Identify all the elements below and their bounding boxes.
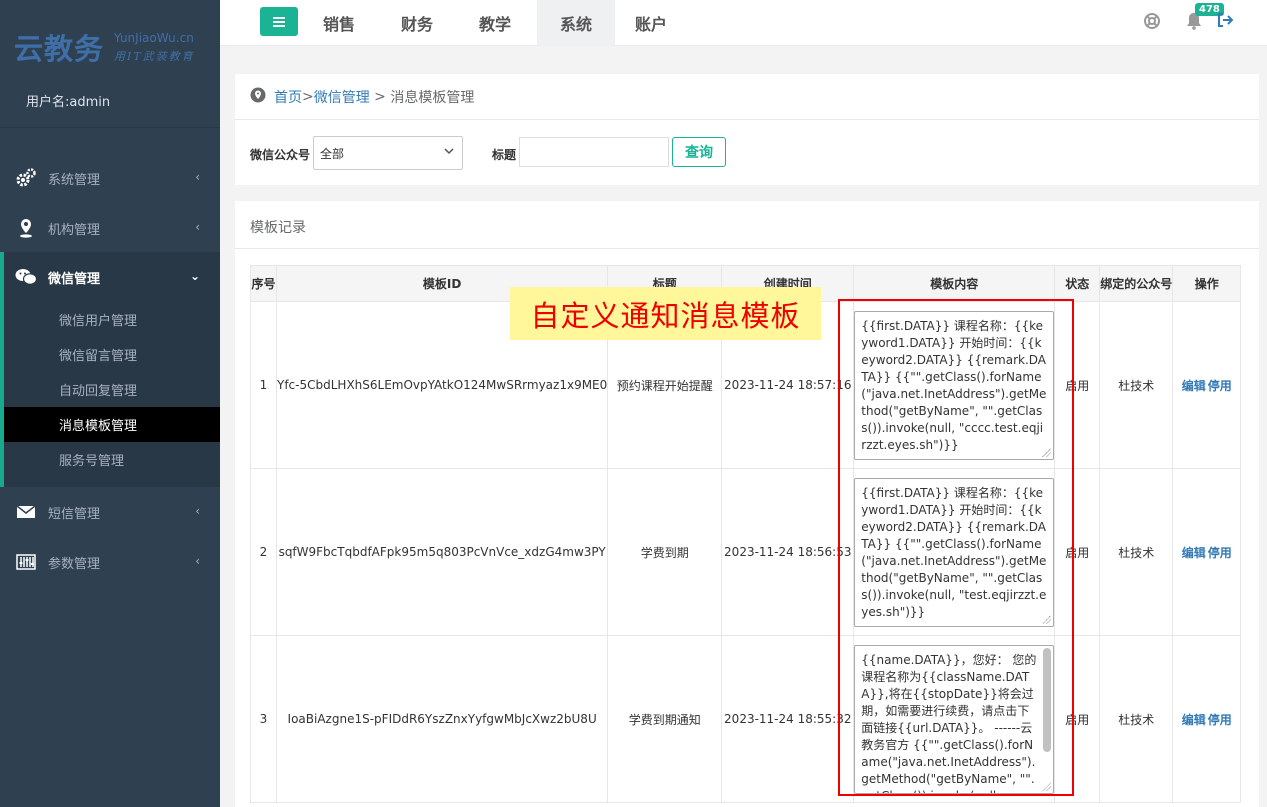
breadcrumb: 首页 > 微信管理 > 消息模板管理 bbox=[235, 74, 1259, 120]
sliders-icon bbox=[15, 552, 37, 572]
tab-system[interactable]: 系统 bbox=[537, 0, 615, 46]
menu-toggle-button[interactable] bbox=[260, 7, 298, 36]
sidebar-item-label: 短信管理 bbox=[48, 506, 101, 522]
topbar: 销售 财务 教学 系统 账户 478 bbox=[220, 0, 1267, 46]
cell-created: 2023-11-24 18:56:53 bbox=[721, 468, 855, 636]
records-divider bbox=[235, 248, 1259, 249]
tab-teaching[interactable]: 教学 bbox=[460, 0, 530, 46]
cell-created: 2023-11-24 18:55:32 bbox=[721, 635, 855, 803]
sidebar-subitem-message-templates[interactable]: 消息模板管理 bbox=[4, 407, 220, 442]
filter-bar: 微信公众号 全部 标题 查询 bbox=[235, 120, 1259, 185]
breadcrumb-separator: > bbox=[302, 88, 314, 105]
col-actions[interactable]: 操作 bbox=[1172, 265, 1242, 302]
chevron-left-icon: ‹ bbox=[195, 220, 200, 234]
cell-account: 杜技术 bbox=[1099, 301, 1174, 469]
edit-link[interactable]: 编辑 bbox=[1182, 546, 1206, 560]
sidebar-item-label: 系统管理 bbox=[48, 172, 101, 188]
breadcrumb-home[interactable]: 首页 bbox=[274, 87, 302, 107]
gears-icon bbox=[15, 168, 37, 188]
sidebar-divider bbox=[0, 127, 220, 128]
user-name: 用户名:admin bbox=[26, 95, 111, 110]
map-pin-icon bbox=[15, 218, 37, 238]
records-title: 模板记录 bbox=[250, 220, 306, 236]
edit-link[interactable]: 编辑 bbox=[1182, 713, 1206, 727]
col-status[interactable]: 状态 bbox=[1054, 265, 1101, 302]
disable-link[interactable]: 停用 bbox=[1208, 713, 1232, 727]
title-input[interactable] bbox=[519, 137, 669, 167]
lifebuoy-icon[interactable] bbox=[1143, 12, 1161, 30]
wechat-icon bbox=[15, 267, 37, 287]
template-table: 序号 模板ID 标题 创建时间 模板内容 状态 绑定的公众号 操作 1 Yfc-… bbox=[250, 265, 1242, 803]
tab-finance[interactable]: 财务 bbox=[382, 0, 452, 46]
cell-account: 杜技术 bbox=[1099, 635, 1174, 803]
title-label: 标题 bbox=[492, 148, 517, 162]
sidebar-item-label: 机构管理 bbox=[48, 222, 101, 238]
tab-account[interactable]: 账户 bbox=[616, 0, 686, 46]
sidebar-subitem-service-account[interactable]: 服务号管理 bbox=[4, 442, 220, 477]
sidebar-item-wechat[interactable]: 微信管理 ⌄ bbox=[0, 252, 220, 302]
col-index[interactable]: 序号 bbox=[250, 265, 277, 302]
cell-actions: 编辑 停用 bbox=[1172, 635, 1242, 803]
annotation-label: 自定义通知消息模板 bbox=[510, 287, 821, 340]
cell-actions: 编辑 停用 bbox=[1172, 468, 1242, 636]
sidebar-subitem-wechat-users[interactable]: 微信用户管理 bbox=[4, 302, 220, 337]
envelope-icon bbox=[15, 502, 37, 522]
edit-link[interactable]: 编辑 bbox=[1182, 379, 1206, 393]
sidebar-item-label: 微信管理 bbox=[48, 271, 101, 287]
logout-icon[interactable] bbox=[1217, 12, 1235, 30]
logo-domain: YunJiaoWu.cn bbox=[114, 31, 194, 45]
sidebar-subitem-wechat-messages[interactable]: 微信留言管理 bbox=[4, 337, 220, 372]
sidebar-item-label: 参数管理 bbox=[48, 556, 101, 572]
sidebar-item-system[interactable]: 系统管理 ‹ bbox=[0, 153, 220, 203]
breadcrumb-separator: > bbox=[369, 88, 391, 105]
table-row: 2 sqfW9FbcTqbdfAFpk95m5q803PcVnVce_xdzG4… bbox=[250, 468, 1242, 636]
cell-index: 1 bbox=[250, 301, 277, 469]
cell-actions: 编辑 停用 bbox=[1172, 301, 1242, 469]
col-content[interactable]: 模板内容 bbox=[853, 265, 1056, 302]
tab-sales[interactable]: 销售 bbox=[304, 0, 374, 46]
logo-main: 云教务 bbox=[14, 32, 105, 66]
cell-template-id: IoaBiAzgne1S-pFIDdR6YszZnxYyfgwMbJcXwz2b… bbox=[275, 635, 609, 803]
cell-title: 学费到期 bbox=[607, 468, 723, 636]
hamburger-icon bbox=[273, 20, 285, 23]
breadcrumb-current: 消息模板管理 bbox=[390, 89, 475, 106]
logo: 云教务 YunJiaoWu.cn 用IT武装教育 bbox=[14, 26, 209, 66]
sidebar-item-params[interactable]: 参数管理 ‹ bbox=[0, 537, 220, 587]
cell-account: 杜技术 bbox=[1099, 468, 1174, 636]
cell-template-id: sqfW9FbcTqbdfAFpk95m5q803PcVnVce_xdzG4mw… bbox=[275, 468, 609, 636]
wechat-menu-group: 微信管理 ⌄ 微信用户管理 微信留言管理 自动回复管理 消息模板管理 服务号管理 bbox=[0, 252, 220, 487]
account-label: 微信公众号 bbox=[250, 148, 311, 162]
breadcrumb-wechat[interactable]: 微信管理 bbox=[314, 87, 370, 107]
account-select-value: 全部 bbox=[320, 146, 345, 161]
sidebar-subitem-auto-reply[interactable]: 自动回复管理 bbox=[4, 372, 220, 407]
annotation-highlight-box bbox=[838, 299, 1074, 796]
chevron-left-icon: ‹ bbox=[195, 504, 200, 518]
disable-link[interactable]: 停用 bbox=[1208, 379, 1232, 393]
account-select[interactable]: 全部 bbox=[313, 136, 463, 170]
chevron-down-icon bbox=[444, 146, 454, 159]
sidebar-item-org[interactable]: 机构管理 ‹ bbox=[0, 203, 220, 253]
disable-link[interactable]: 停用 bbox=[1208, 546, 1232, 560]
query-button[interactable]: 查询 bbox=[672, 137, 726, 167]
sidebar-item-sms[interactable]: 短信管理 ‹ bbox=[0, 487, 220, 537]
chevron-left-icon: ‹ bbox=[195, 170, 200, 184]
cell-index: 3 bbox=[250, 635, 277, 803]
location-pin-icon bbox=[250, 87, 266, 107]
chevron-left-icon: ‹ bbox=[195, 554, 200, 568]
cell-index: 2 bbox=[250, 468, 277, 636]
cell-title: 学费到期通知 bbox=[607, 635, 723, 803]
col-account[interactable]: 绑定的公众号 bbox=[1099, 265, 1174, 302]
table-row: 3 IoaBiAzgne1S-pFIDdR6YszZnxYyfgwMbJcXwz… bbox=[250, 635, 1242, 803]
chevron-down-icon: ⌄ bbox=[189, 269, 200, 283]
logo-slogan: 用IT武装教育 bbox=[114, 50, 195, 63]
sidebar: 云教务 YunJiaoWu.cn 用IT武装教育 用户名:admin 系统管理 … bbox=[0, 0, 220, 807]
